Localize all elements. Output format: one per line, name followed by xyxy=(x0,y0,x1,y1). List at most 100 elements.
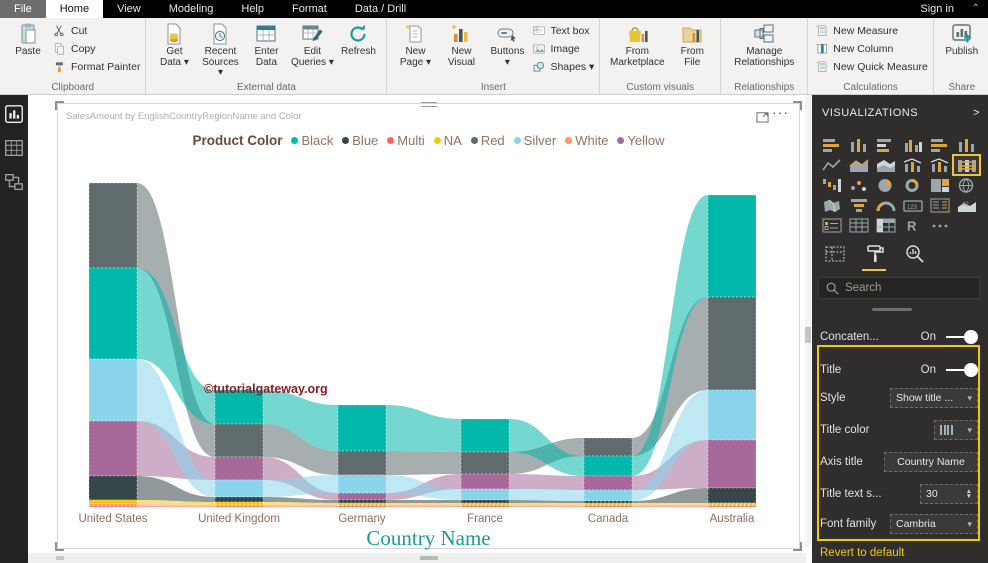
new-quick-measure-icon xyxy=(816,60,827,72)
visual-type-funnel-icon[interactable] xyxy=(845,195,872,215)
ribbon-button-new-quick-measure[interactable]: New Quick Measure xyxy=(815,59,928,74)
ribbon-button-edit-queries[interactable]: Edit Queries ▾ xyxy=(290,21,334,68)
legend-item-blue[interactable]: Blue xyxy=(342,133,378,148)
visual-type-matrix-icon[interactable] xyxy=(872,215,899,235)
visual-type-100-stacked-column-icon[interactable] xyxy=(953,135,980,155)
format-row-title-color: Title color ▾ xyxy=(820,420,978,440)
canvas-vertical-scrollbar[interactable] xyxy=(805,95,811,547)
resize-handle-top-right[interactable] xyxy=(793,101,802,110)
visual-type-line-stacked-column-icon[interactable] xyxy=(926,155,953,175)
panel-scroll-indicator[interactable] xyxy=(872,308,912,311)
legend-item-black[interactable]: Black xyxy=(291,133,333,148)
visual-type-pie-icon[interactable] xyxy=(872,175,899,195)
visual-type-gauge-icon[interactable] xyxy=(872,195,899,215)
visual-type-line-icon[interactable] xyxy=(818,155,845,175)
visual-type-clustered-column-icon[interactable] xyxy=(899,135,926,155)
legend-item-silver[interactable]: Silver xyxy=(513,133,556,148)
visual-type-slicer-icon[interactable] xyxy=(818,215,845,235)
ribbon-button-image[interactable]: Image xyxy=(532,41,594,56)
sidebar-data-view-icon[interactable] xyxy=(3,137,25,159)
collapse-ribbon-icon[interactable]: ⌃ xyxy=(972,0,980,18)
visual-drag-handle[interactable] xyxy=(420,102,437,107)
analytics-tab[interactable] xyxy=(904,243,928,267)
canvas-horizontal-scrollbar[interactable] xyxy=(28,553,806,563)
visual-type-ribbon-chart-icon[interactable] xyxy=(952,154,981,176)
legend-item-yellow[interactable]: Yellow xyxy=(617,133,665,148)
ribbon-button-refresh[interactable]: Refresh xyxy=(336,21,380,58)
ribbon-tab-modeling[interactable]: Modeling xyxy=(155,0,228,18)
ribbon-button-text-box[interactable]: Text box xyxy=(532,23,594,38)
svg-text:123: 123 xyxy=(907,204,918,210)
concatenate-toggle[interactable] xyxy=(946,330,978,344)
title-color-picker[interactable]: ▾ xyxy=(934,420,978,440)
ribbon-button-new-visual[interactable]: New Visual xyxy=(439,21,483,68)
ribbon-tab-view[interactable]: View xyxy=(103,0,155,18)
visual-type-treemap-icon[interactable] xyxy=(926,175,953,195)
visual-type-card-icon[interactable]: 123 xyxy=(899,195,926,215)
title-text-size-spinner[interactable]: 30 ▲ ▼ xyxy=(920,484,978,504)
ribbon-button-get-data[interactable]: Get Data ▾ xyxy=(152,21,196,68)
visual-type-table-icon[interactable] xyxy=(845,215,872,235)
ribbon-chart-plot[interactable] xyxy=(61,161,801,511)
visual-type-more-options-icon[interactable] xyxy=(926,215,953,235)
visual-type-waterfall-icon[interactable] xyxy=(818,175,845,195)
visual-type-line-clustered-column-icon[interactable] xyxy=(899,155,926,175)
visual-type-map-icon[interactable] xyxy=(953,175,980,195)
sidebar-report-view-icon[interactable] xyxy=(3,103,25,125)
ribbon-chart-visual[interactable]: SalesAmount by EnglishCountryRegionName … xyxy=(55,101,802,551)
visual-type-area-icon[interactable] xyxy=(845,155,872,175)
ribbon-tab-data-drill[interactable]: Data / Drill xyxy=(341,0,420,18)
ribbon-button-manage-relationships[interactable]: Manage Relationships xyxy=(727,21,801,68)
ribbon-button-from-file[interactable]: From File xyxy=(670,21,714,68)
ribbon-tab-file[interactable]: File xyxy=(0,0,46,18)
ribbon-group-calculations: New Measure New Column New Quick Measure Ca… xyxy=(808,18,934,94)
axis-title-input[interactable]: Country Name xyxy=(884,452,978,472)
ribbon-tab-format[interactable]: Format xyxy=(278,0,341,18)
svg-text:42: 42 xyxy=(962,202,969,208)
ribbon-button-buttons[interactable]: Buttons ▾ xyxy=(485,21,529,68)
fields-tab[interactable] xyxy=(824,243,848,267)
ribbon-tab-help[interactable]: Help xyxy=(227,0,278,18)
ribbon-button-paste[interactable]: Paste xyxy=(6,21,50,58)
visual-type-filled-map-icon[interactable] xyxy=(818,195,845,215)
style-dropdown[interactable]: Show title ... ▾ xyxy=(890,388,978,408)
visual-type-multi-row-card-icon[interactable] xyxy=(926,195,953,215)
ribbon-button-shapes[interactable]: Shapes ▾ xyxy=(532,59,594,74)
visual-type-scatter-icon[interactable] xyxy=(845,175,872,195)
visual-type-r-script-icon[interactable]: R xyxy=(899,215,926,235)
ribbon-button-copy[interactable]: Copy xyxy=(53,41,140,56)
revert-to-default-link[interactable]: Revert to default xyxy=(820,547,904,559)
more-options-icon[interactable]: ··· xyxy=(772,104,789,120)
ribbon-button-format-painter[interactable]: Format Painter xyxy=(53,59,140,74)
format-search-box[interactable]: Search xyxy=(818,277,980,299)
focus-mode-icon[interactable] xyxy=(756,110,769,123)
visual-type-stacked-column-icon[interactable] xyxy=(845,135,872,155)
ribbon-button-recent-sources[interactable]: Recent Sources ▾ xyxy=(198,21,242,79)
ribbon-button-new-page[interactable]: New Page ▾ xyxy=(393,21,437,68)
visual-type-kpi-icon[interactable]: 42 xyxy=(953,195,980,215)
title-toggle[interactable] xyxy=(946,363,978,377)
ribbon-button-new-column[interactable]: New Column xyxy=(815,41,928,56)
visual-type-stacked-bar-icon[interactable] xyxy=(818,135,845,155)
ribbon-button-new-measure[interactable]: New Measure xyxy=(815,23,928,38)
legend-item-red[interactable]: Red xyxy=(470,133,505,148)
panel-collapse-icon[interactable]: > xyxy=(973,107,980,119)
ribbon-tab-home[interactable]: Home xyxy=(45,0,104,18)
legend-item-multi[interactable]: Multi xyxy=(387,133,425,148)
ribbon-button-cut[interactable]: Cut xyxy=(53,23,140,38)
report-canvas[interactable]: SalesAmount by EnglishCountryRegionName … xyxy=(28,95,812,563)
visual-type-stacked-area-icon[interactable] xyxy=(872,155,899,175)
ribbon-button-enter-data[interactable]: Enter Data xyxy=(244,21,288,68)
font-family-dropdown[interactable]: Cambria ▾ xyxy=(890,514,978,534)
spin-down-icon[interactable]: ▼ xyxy=(966,493,972,500)
sidebar-model-view-icon[interactable] xyxy=(3,171,25,193)
resize-handle-top-left[interactable] xyxy=(55,101,64,110)
legend-item-white[interactable]: White xyxy=(565,133,608,148)
visual-type-donut-icon[interactable] xyxy=(899,175,926,195)
visual-type-100-stacked-bar-icon[interactable] xyxy=(926,135,953,155)
ribbon-button-from-marketplace[interactable]: From Marketplace xyxy=(606,21,668,68)
legend-item-na[interactable]: NA xyxy=(433,133,462,148)
visual-type-clustered-bar-icon[interactable] xyxy=(872,135,899,155)
ribbon-button-publish[interactable]: Publish xyxy=(940,21,984,58)
format-tab[interactable] xyxy=(864,243,888,267)
